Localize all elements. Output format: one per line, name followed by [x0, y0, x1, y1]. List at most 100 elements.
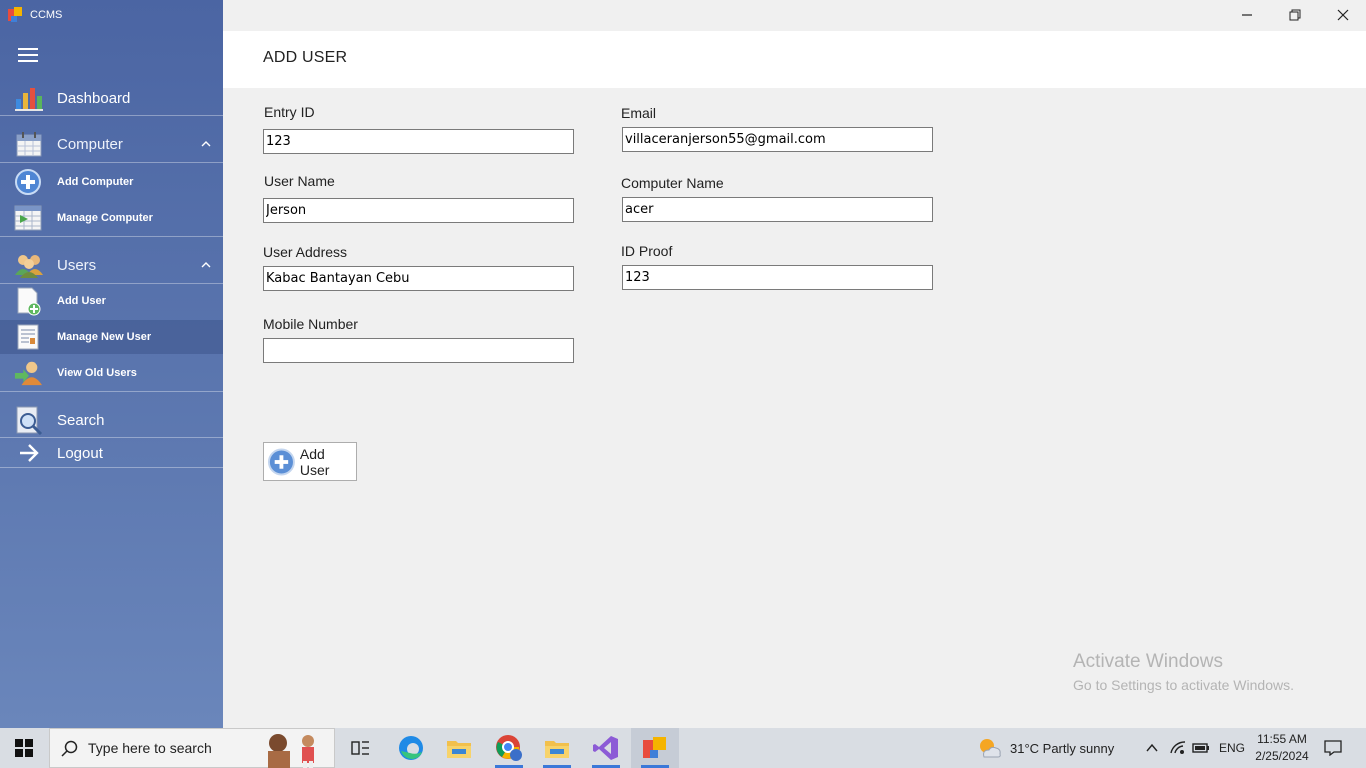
add-user-button-label: Add User — [299, 445, 330, 478]
minimize-button[interactable] — [1234, 6, 1260, 24]
close-button[interactable] — [1330, 6, 1356, 24]
clock-date: 2/25/2024 — [1255, 749, 1309, 763]
taskbar-folder-2[interactable] — [533, 728, 581, 768]
visual-studio-icon — [593, 736, 618, 760]
arrow-right-icon — [14, 438, 44, 468]
taskbar-file-explorer[interactable] — [435, 728, 483, 768]
watermark-line2: Go to Settings to activate Windows. — [1073, 677, 1294, 693]
computer-name-label: Computer Name — [621, 175, 724, 191]
edge-browser-icon — [399, 736, 423, 760]
taskbar-chrome[interactable] — [485, 728, 533, 768]
app-logo-icon — [8, 7, 24, 23]
add-circle-icon — [267, 448, 295, 475]
nav-manage-new-user[interactable]: Manage New User — [0, 320, 223, 354]
nav-computer[interactable]: Computer — [0, 124, 223, 164]
sidebar: CCMS Dashboard Computer Add Computer Man… — [0, 0, 223, 728]
clock-time: 11:55 AM — [1257, 732, 1307, 746]
nav-logout[interactable]: Logout — [0, 436, 223, 470]
document-list-icon — [14, 323, 42, 351]
mobile-number-input[interactable] — [263, 338, 574, 363]
folder-icon — [447, 741, 471, 758]
chevron-up-icon[interactable] — [201, 260, 211, 270]
computer-name-input[interactable] — [622, 197, 933, 222]
nav-manage-computer[interactable]: Manage Computer — [0, 201, 223, 235]
entry-id-input[interactable] — [263, 129, 574, 154]
language-indicator[interactable]: ENG — [1219, 728, 1245, 768]
chrome-browser-icon — [496, 735, 522, 761]
hamburger-menu-icon[interactable] — [18, 48, 38, 62]
weather-text: 31°C Partly sunny — [1010, 740, 1115, 756]
activation-watermark: Activate Windows Go to Settings to activ… — [1073, 651, 1294, 693]
restore-icon — [1289, 9, 1301, 21]
nav-view-old-users-label: View Old Users — [57, 367, 137, 379]
user-arrow-icon — [14, 359, 42, 387]
notifications-button[interactable] — [1324, 728, 1342, 768]
taskbar-edge[interactable] — [387, 728, 435, 768]
taskbar-visual-studio[interactable] — [582, 728, 630, 768]
language-text: ENG — [1219, 741, 1246, 755]
network-status[interactable] — [1170, 728, 1186, 768]
chevron-up-icon — [1146, 743, 1158, 752]
nav-computer-label: Computer — [57, 135, 123, 153]
nav-view-old-users[interactable]: View Old Users — [0, 356, 223, 390]
taskbar-ccms-app[interactable] — [631, 728, 679, 768]
windows-logo-icon — [15, 739, 33, 757]
folder-icon — [545, 741, 569, 758]
mobile-number-label: Mobile Number — [263, 316, 358, 332]
weather-widget[interactable]: 31°C Partly sunny — [978, 728, 1114, 768]
taskbar-search-box[interactable]: Type here to search — [49, 728, 335, 768]
app-title-bar: CCMS — [8, 6, 62, 24]
system-clock[interactable]: 11:55 AM 2/25/2024 — [1250, 731, 1314, 765]
minimize-icon — [1242, 14, 1252, 16]
nav-add-user[interactable]: Add User — [0, 284, 223, 318]
taskbar-search-placeholder: Type here to search — [88, 740, 212, 756]
search-icon — [61, 740, 78, 757]
nav-add-computer-label: Add Computer — [57, 176, 134, 188]
nav-users[interactable]: Users — [0, 245, 223, 285]
nav-dashboard-label: Dashboard — [57, 89, 131, 107]
spreadsheet-icon — [14, 204, 42, 232]
show-hidden-icons-button[interactable] — [1146, 728, 1158, 768]
email-input[interactable] — [622, 127, 933, 152]
search-highlight-image-icon — [268, 734, 314, 768]
task-view-icon — [351, 741, 369, 755]
restore-button[interactable] — [1282, 6, 1308, 24]
nav-add-computer[interactable]: Add Computer — [0, 165, 223, 199]
email-label: Email — [621, 105, 657, 121]
user-address-label: User Address — [263, 244, 348, 260]
user-name-input[interactable] — [263, 198, 574, 223]
nav-logout-label: Logout — [57, 444, 103, 462]
notification-icon — [1324, 740, 1342, 756]
bar-chart-icon — [14, 83, 44, 113]
page-header: ADD USER — [223, 31, 1366, 88]
nav-search-label: Search — [57, 411, 105, 429]
chevron-up-icon[interactable] — [201, 139, 211, 149]
battery-status[interactable] — [1192, 728, 1210, 768]
task-view-button[interactable] — [336, 728, 384, 768]
nav-manage-new-user-label: Manage New User — [57, 331, 152, 343]
page-title: ADD USER — [263, 49, 348, 66]
nav-dashboard[interactable]: Dashboard — [0, 78, 223, 118]
nav-users-label: Users — [57, 256, 97, 274]
battery-icon — [1192, 743, 1209, 753]
partly-sunny-icon — [980, 739, 1001, 758]
calendar-icon — [14, 129, 44, 159]
watermark-line1: Activate Windows — [1073, 651, 1223, 672]
users-group-icon — [14, 250, 44, 280]
app-title: CCMS — [30, 9, 63, 21]
nav-add-user-label: Add User — [57, 295, 106, 307]
nav-manage-computer-label: Manage Computer — [57, 212, 153, 224]
add-document-icon — [14, 287, 42, 316]
id-proof-input[interactable] — [622, 265, 933, 290]
add-circle-icon — [14, 168, 42, 196]
ccms-app-icon — [643, 737, 666, 758]
wifi-icon — [1170, 741, 1186, 754]
start-button[interactable] — [0, 728, 48, 768]
user-name-label: User Name — [264, 173, 335, 189]
user-address-input[interactable] — [263, 266, 574, 291]
add-user-button[interactable]: Add User — [263, 442, 357, 481]
taskbar: Type here to search 31°C Partly sunny EN… — [0, 728, 1366, 768]
nav-search[interactable]: Search — [0, 400, 223, 440]
close-icon — [1337, 9, 1349, 21]
search-document-icon — [14, 405, 44, 435]
